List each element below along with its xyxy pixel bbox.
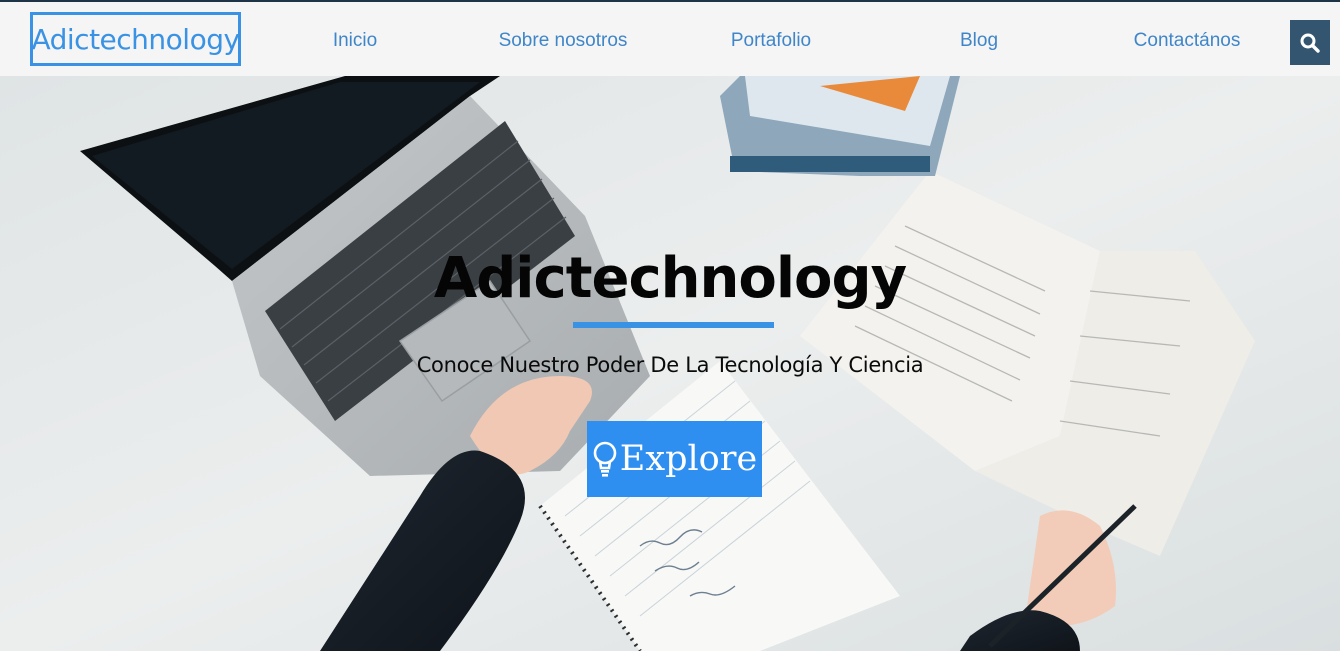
hero-title: Adictechnology <box>433 246 907 311</box>
nav-item-blog[interactable]: Blog <box>960 30 998 52</box>
search-button[interactable] <box>1290 20 1330 65</box>
top-border <box>0 0 1340 2</box>
explore-button-label: Explore <box>619 439 758 479</box>
hero-subtitle: Conoce Nuestro Poder De La Tecnología Y … <box>416 353 924 377</box>
lightbulb-icon <box>593 441 617 477</box>
explore-button[interactable]: Explore <box>587 421 762 497</box>
navbar: Adictechnology Inicio Sobre nosotros Por… <box>0 2 1340 76</box>
nav-item-portafolio[interactable]: Portafolio <box>731 30 811 52</box>
nav-item-inicio[interactable]: Inicio <box>333 30 377 52</box>
nav-item-contactanos[interactable]: Contactános <box>1134 30 1241 52</box>
nav-item-sobre-nosotros[interactable]: Sobre nosotros <box>499 30 628 52</box>
brand-logo[interactable]: Adictechnology <box>30 12 241 66</box>
hero-content: Adictechnology Conoce Nuestro Poder De L… <box>0 76 1340 651</box>
title-underline <box>573 322 774 328</box>
search-icon <box>1300 33 1320 53</box>
